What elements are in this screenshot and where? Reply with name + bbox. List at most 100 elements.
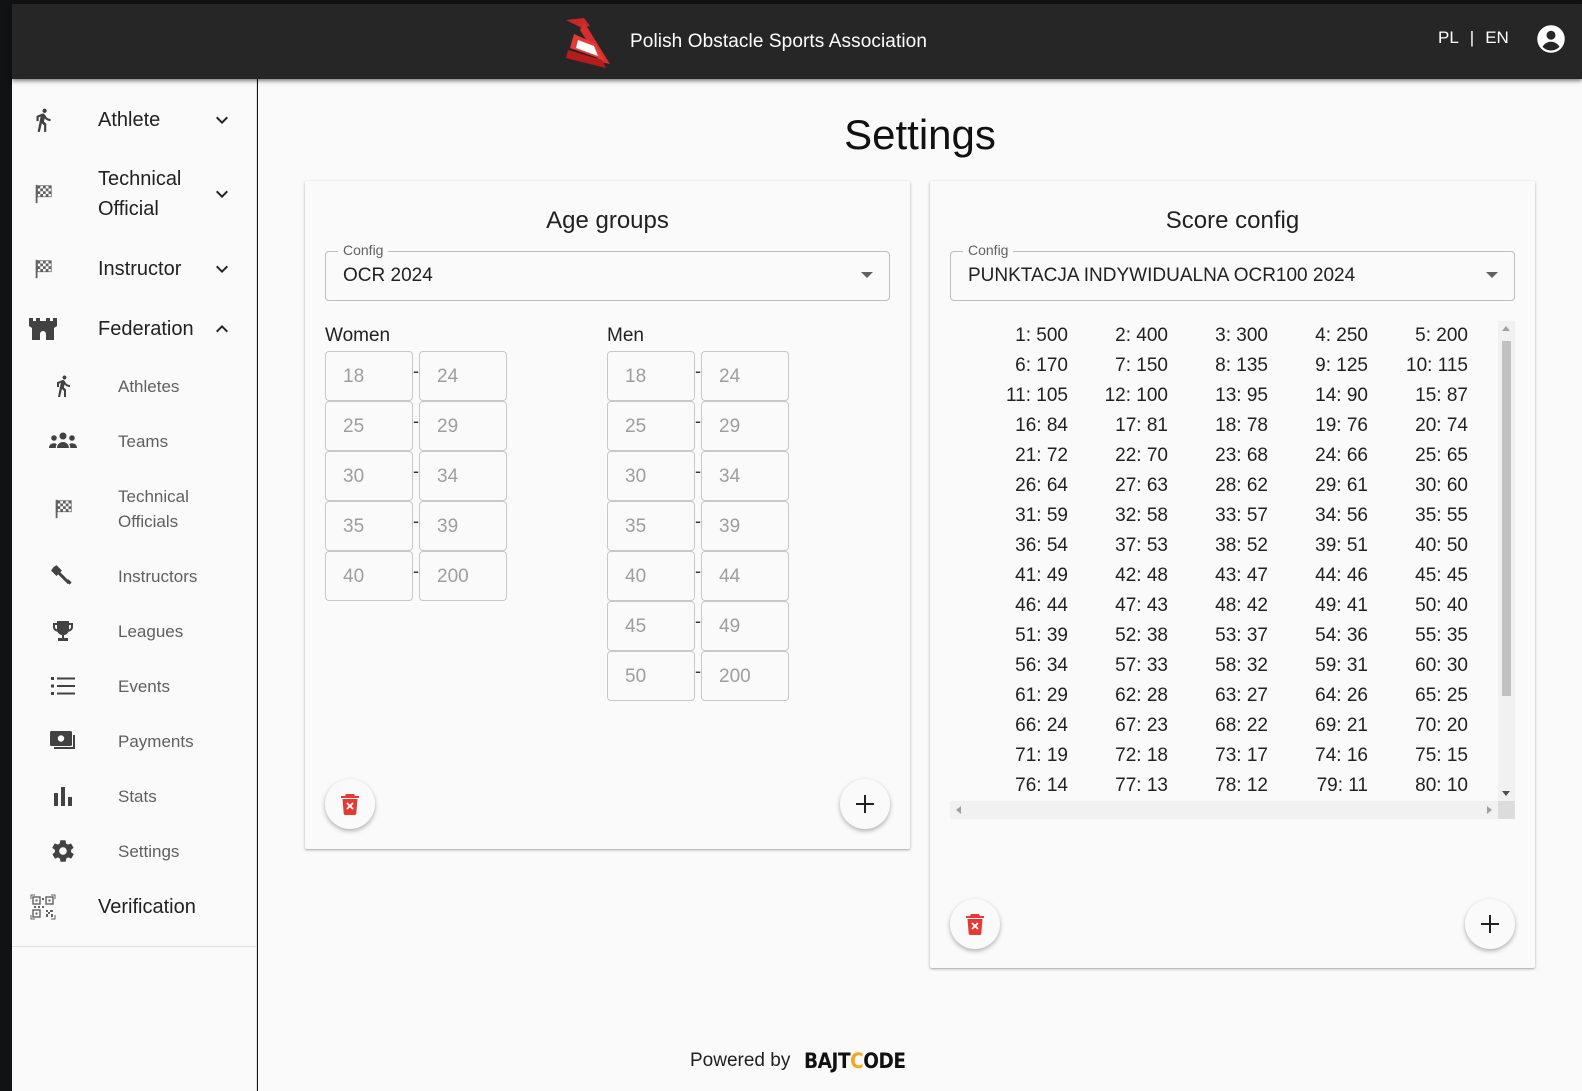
sidebar-item-label: Athlete xyxy=(98,109,161,131)
sidebar-item-label: Verification xyxy=(98,896,196,918)
sidebar-item-stats[interactable]: Stats xyxy=(12,781,257,811)
scroll-up-arrow-icon[interactable] xyxy=(1502,326,1510,331)
age-from-input[interactable]: 25 xyxy=(325,401,413,451)
delete-score-config-button[interactable] xyxy=(950,899,1000,949)
age-from-input[interactable]: 18 xyxy=(325,351,413,401)
age-from-input[interactable]: 30 xyxy=(607,451,695,501)
sidebar-item-technical-officials[interactable]: Technical Officials xyxy=(12,482,257,536)
age-to-input[interactable]: 24 xyxy=(701,351,789,401)
sidebar-item-federation[interactable]: Federation xyxy=(12,312,257,346)
score-cell: 60: 30 xyxy=(1415,655,1468,676)
age-from-input[interactable]: 25 xyxy=(607,401,695,451)
sidebar-item-settings[interactable]: Settings xyxy=(12,836,257,866)
age-groups-card: Age groups Config OCR 2024 Women Men 18-… xyxy=(305,181,910,849)
select-label: Config xyxy=(963,242,1014,258)
sidebar-item-label: Stats xyxy=(118,786,157,806)
select-label: Config xyxy=(338,242,389,258)
score-cell: 78: 12 xyxy=(1215,775,1268,796)
bar-chart-icon xyxy=(48,781,78,811)
scroll-left-arrow-icon[interactable] xyxy=(956,806,961,814)
add-score-config-button[interactable] xyxy=(1465,899,1515,949)
add-age-config-button[interactable] xyxy=(840,779,890,829)
age-to-input[interactable]: 49 xyxy=(701,601,789,651)
age-to-input[interactable]: 200 xyxy=(419,551,507,601)
age-to-input[interactable]: 39 xyxy=(701,501,789,551)
bajtcode-logo[interactable]: BAJTCODE xyxy=(804,1049,906,1073)
score-config-card: Score config Config PUNKTACJA INDYWIDUAL… xyxy=(930,181,1535,968)
chevron-up-icon xyxy=(216,325,228,333)
score-cell: 49: 41 xyxy=(1315,595,1368,616)
women-label: Women xyxy=(325,325,391,346)
score-cell: 23: 68 xyxy=(1215,445,1268,466)
score-cell: 42: 48 xyxy=(1115,565,1168,586)
score-cell: 28: 62 xyxy=(1215,475,1268,496)
age-from-input[interactable]: 30 xyxy=(325,451,413,501)
score-list[interactable]: 1: 500 2: 400 3: 300 4: 250 5: 200 6: 170 7: 1… xyxy=(950,321,1515,819)
score-cell: 51: 39 xyxy=(1015,625,1068,646)
score-config-select[interactable]: Config PUNKTACJA INDYWIDUALNA OCR100 202… xyxy=(950,242,1515,301)
score-cell: 41: 49 xyxy=(1015,565,1068,586)
age-to-input[interactable]: 200 xyxy=(701,651,789,701)
sidebar-item-verification[interactable]: Verification xyxy=(12,890,257,924)
score-cell: 79: 11 xyxy=(1316,775,1368,796)
scrollbar-thumb[interactable] xyxy=(1502,341,1511,696)
vertical-scrollbar[interactable] xyxy=(1498,321,1515,801)
chevron-down-icon xyxy=(216,116,228,124)
sidebar-item-label: Payments xyxy=(118,731,194,751)
sidebar-item-teams[interactable]: Teams xyxy=(12,426,257,456)
scroll-down-arrow-icon[interactable] xyxy=(1502,791,1510,796)
score-cell: 10: 115 xyxy=(1406,355,1468,376)
brand[interactable]: Polish Obstacle Sports Association xyxy=(560,12,927,72)
sidebar-item-payments[interactable]: Payments xyxy=(12,726,257,756)
score-cell: 44: 46 xyxy=(1315,565,1368,586)
age-from-input[interactable]: 40 xyxy=(325,551,413,601)
plus-icon xyxy=(1481,915,1499,933)
sidebar-item-events[interactable]: Events xyxy=(12,671,257,701)
age-from-input[interactable]: 35 xyxy=(607,501,695,551)
sidebar-item-label: Settings xyxy=(118,841,180,861)
score-cell: 66: 24 xyxy=(1015,715,1068,736)
score-cell: 16: 84 xyxy=(1015,415,1068,436)
sidebar-item-technical-official[interactable]: Technical Official xyxy=(12,164,257,224)
age-to-input[interactable]: 34 xyxy=(701,451,789,501)
dropdown-arrow-icon xyxy=(1486,272,1498,278)
age-to-input[interactable]: 29 xyxy=(701,401,789,451)
age-from-input[interactable]: 45 xyxy=(607,601,695,651)
age-from-input[interactable]: 40 xyxy=(607,551,695,601)
score-cell: 33: 57 xyxy=(1215,505,1268,526)
men-age-group-row: 25-29 xyxy=(607,401,789,451)
select-value: PUNKTACJA INDYWIDUALNA OCR100 2024 xyxy=(968,265,1356,286)
sidebar-item-leagues[interactable]: Leagues xyxy=(12,616,257,646)
scroll-right-arrow-icon[interactable] xyxy=(1487,806,1492,814)
age-from-input[interactable]: 50 xyxy=(607,651,695,701)
age-to-input[interactable]: 44 xyxy=(701,551,789,601)
age-to-input[interactable]: 24 xyxy=(419,351,507,401)
sidebar-item-instructor[interactable]: Instructor xyxy=(12,252,257,286)
sidebar-item-athletes[interactable]: Athletes xyxy=(12,371,257,401)
score-cell: 55: 35 xyxy=(1415,625,1468,646)
payments-icon xyxy=(48,726,78,756)
delete-age-config-button[interactable] xyxy=(325,779,375,829)
chevron-down-icon xyxy=(216,265,228,273)
lang-en-link[interactable]: EN xyxy=(1485,28,1509,48)
score-cell: 61: 29 xyxy=(1015,685,1068,706)
score-cell: 59: 31 xyxy=(1315,655,1368,676)
score-cell: 69: 21 xyxy=(1315,715,1368,736)
account-circle-icon[interactable] xyxy=(1536,24,1566,54)
age-from-input[interactable]: 18 xyxy=(607,351,695,401)
sidebar-item-label: Leagues xyxy=(118,621,184,641)
page-title: Settings xyxy=(844,111,996,158)
score-cell: 3: 300 xyxy=(1215,325,1268,346)
age-to-input[interactable]: 39 xyxy=(419,501,507,551)
score-cell: 46: 44 xyxy=(1015,595,1068,616)
age-groups-config-select[interactable]: Config OCR 2024 xyxy=(325,242,890,301)
age-from-input[interactable]: 35 xyxy=(325,501,413,551)
horizontal-scrollbar[interactable] xyxy=(950,801,1498,819)
group-icon xyxy=(48,426,78,456)
lang-pl-link[interactable]: PL xyxy=(1438,28,1459,48)
sidebar-item-athlete[interactable]: Athlete xyxy=(12,103,257,137)
age-to-input[interactable]: 34 xyxy=(419,451,507,501)
sidebar-item-instructors[interactable]: Instructors xyxy=(12,561,257,591)
age-to-input[interactable]: 29 xyxy=(419,401,507,451)
sidebar-divider xyxy=(12,946,257,947)
